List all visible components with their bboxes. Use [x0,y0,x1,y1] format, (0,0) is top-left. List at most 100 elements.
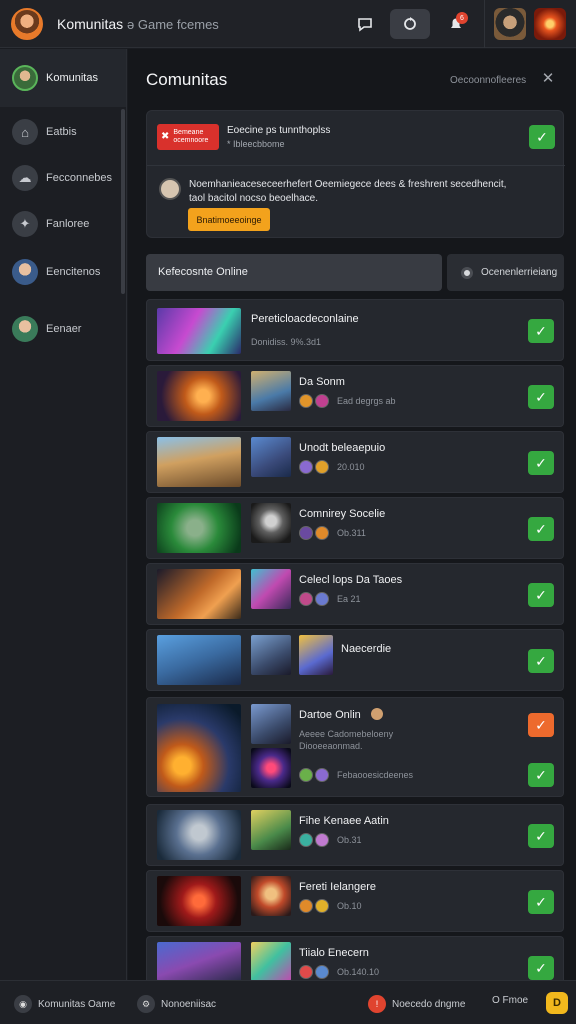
sidebar-item-eencitenos[interactable]: Eencitenos [12,259,100,285]
row-title: Fereti Ielangere [299,881,377,893]
check-button[interactable]: ✓ [528,319,554,343]
notice-check-button[interactable]: ✓ [529,125,555,149]
filter-button[interactable]: Ocenenlerrieiang [447,254,564,291]
alert-badge-text: Bemeane ocemnoore [173,129,209,144]
refresh-icon[interactable] [390,9,430,39]
badge-icon [299,833,313,847]
list-item[interactable]: Celecl lops Da Taoes Ea 21 ✓ [146,563,564,625]
row-title: Pereticloacdeconlaine [251,313,359,325]
sidebar-item-label: Fecconnebes [46,172,113,184]
character-thumbnail [251,876,291,916]
alert-icon: ! [368,995,386,1013]
row-title: Comnirey Socelie [299,508,386,520]
list-item[interactable]: Dartoe Onlin Aeeee Cadomebeloeny Diooeea… [146,697,564,797]
list-item[interactable]: Unodt beleaepuio 20.010 ✓ [146,431,564,493]
profile-avatar [12,65,38,91]
sidebar-item-fecconnebes[interactable]: ☁ Fecconnebes [12,165,112,191]
check-button[interactable]: ✓ [528,956,554,980]
row-subtitle: Ead degrgs ab [337,396,396,406]
footer-free-link[interactable]: O Fmoe [492,995,528,1006]
filter-bar[interactable]: Kefecosnte Online [146,254,442,291]
footer-notifications-link[interactable]: ⚙ Nonoeniisac [137,995,216,1013]
sidebar-item-eatbis[interactable]: ⌂ Eatbis [12,119,77,145]
badge-icon [315,899,329,913]
badge-icon [315,394,329,408]
row-title: Fihe Kenaee Aatin [299,815,389,827]
game-thumbnail [157,942,241,981]
sidebar-item-label: Eatbis [46,126,77,138]
list-item[interactable]: Comnirey Socelie Ob.311 ✓ [146,497,564,559]
notice-action-button[interactable]: Bnatimoeeoinge [188,208,270,231]
badge-icon [299,526,313,540]
row-subtitle: Ob.31 [337,835,362,845]
game-thumbnail [157,876,241,926]
top-bar: Komunitas ə Game fcemes 6 [0,0,576,48]
sidebar-scrollbar[interactable] [121,109,125,294]
user-avatar[interactable] [11,8,43,40]
sidebar: Komunitas ⌂ Eatbis ☁ Fecconnebes ✦ Fanlo… [0,49,127,980]
sidebar-profile[interactable]: Komunitas [0,49,126,107]
cloud-icon: ☁ [12,165,38,191]
friend-avatar[interactable] [494,8,526,40]
close-icon[interactable]: ✕ [540,71,556,87]
badge-group [299,768,329,782]
warning-check-button[interactable]: ✓ [528,713,554,737]
check-button[interactable]: ✓ [528,763,554,787]
game-thumbnail [157,503,241,553]
sidebar-item-label: Fanloree [46,218,90,230]
page-title: Comunitas [146,70,228,89]
check-button[interactable]: ✓ [528,890,554,914]
badge-icon [299,768,313,782]
row-title: Tiialo Enecern [299,947,369,959]
check-button[interactable]: ✓ [528,451,554,475]
row-subtitle: Ea 21 [337,594,361,604]
row-subtitle: Ob.140.10 [337,967,380,977]
check-button[interactable]: ✓ [528,583,554,607]
divider [147,165,565,166]
community-icon: ◉ [14,995,32,1013]
user-icon [12,316,38,342]
list-item[interactable]: Da Sonm Ead degrgs ab ✓ [146,365,564,427]
game-thumbnail [157,635,241,685]
row-subtitle: Ob.10 [337,901,362,911]
notice-message: Noemhanieaceseceerhefert Oeemiegece dees… [189,179,507,190]
sidebar-item-label: Eenaer [46,323,82,335]
list-item[interactable]: Fihe Kenaee Aatin Ob.31 ✓ [146,804,564,866]
badge-group [299,833,329,847]
character-thumbnail [251,371,291,411]
panel-action-label[interactable]: Oecoonnofleeres [450,75,526,86]
footer-mode-link[interactable]: ! Noecedo dngme [368,995,465,1013]
app-title-text: Komunitas [57,16,124,32]
notification-icon[interactable]: 6 [442,10,470,38]
badge-group [299,965,329,979]
row-subtitle: Donidiss. 9%.3d1 [251,337,322,347]
row-subtitle: 20.010 [337,462,365,472]
chat-icon[interactable] [351,10,379,38]
row-title: Unodt beleaepuio [299,442,386,454]
check-button[interactable]: ✓ [528,385,554,409]
check-button[interactable]: ✓ [528,824,554,848]
list-item[interactable]: Pereticloacdeconlaine Donidiss. 9%.3d1 ✓ [146,299,564,361]
notice-message-2: taol bacitol nocso beoelhace. [189,193,318,204]
row-subtitle-3: Febaooesicdeenes [337,770,414,780]
list-item[interactable]: Tiialo Enecern Ob.140.10 ✓ [146,936,564,981]
app-title: Komunitas ə Game fcemes [57,16,219,32]
game-avatar[interactable] [534,8,566,40]
game-thumbnail [157,371,241,421]
footer-right2-label: O Fmoe [492,995,529,1006]
coin-icon[interactable]: D [546,992,568,1014]
list-item[interactable]: Naecerdie ✓ [146,629,564,691]
footer-community-link[interactable]: ◉ Komunitas Oame [14,995,115,1013]
character-thumbnail [251,503,291,543]
check-button[interactable]: ✓ [528,649,554,673]
game-thumbnail [157,308,241,354]
check-button[interactable]: ✓ [528,517,554,541]
event-thumbnail [251,748,291,788]
sidebar-item-fanloree[interactable]: ✦ Fanloree [12,211,89,237]
footer-mid-label: Nonoeniisac [161,998,217,1010]
footer-left-label: Komunitas Oame [38,998,116,1010]
sidebar-item-eenaer[interactable]: Eenaer [12,316,81,342]
list-item[interactable]: Fereti Ielangere Ob.10 ✓ [146,870,564,932]
app-subtitle: ə Game fcemes [127,17,219,32]
badge-icon [315,965,329,979]
